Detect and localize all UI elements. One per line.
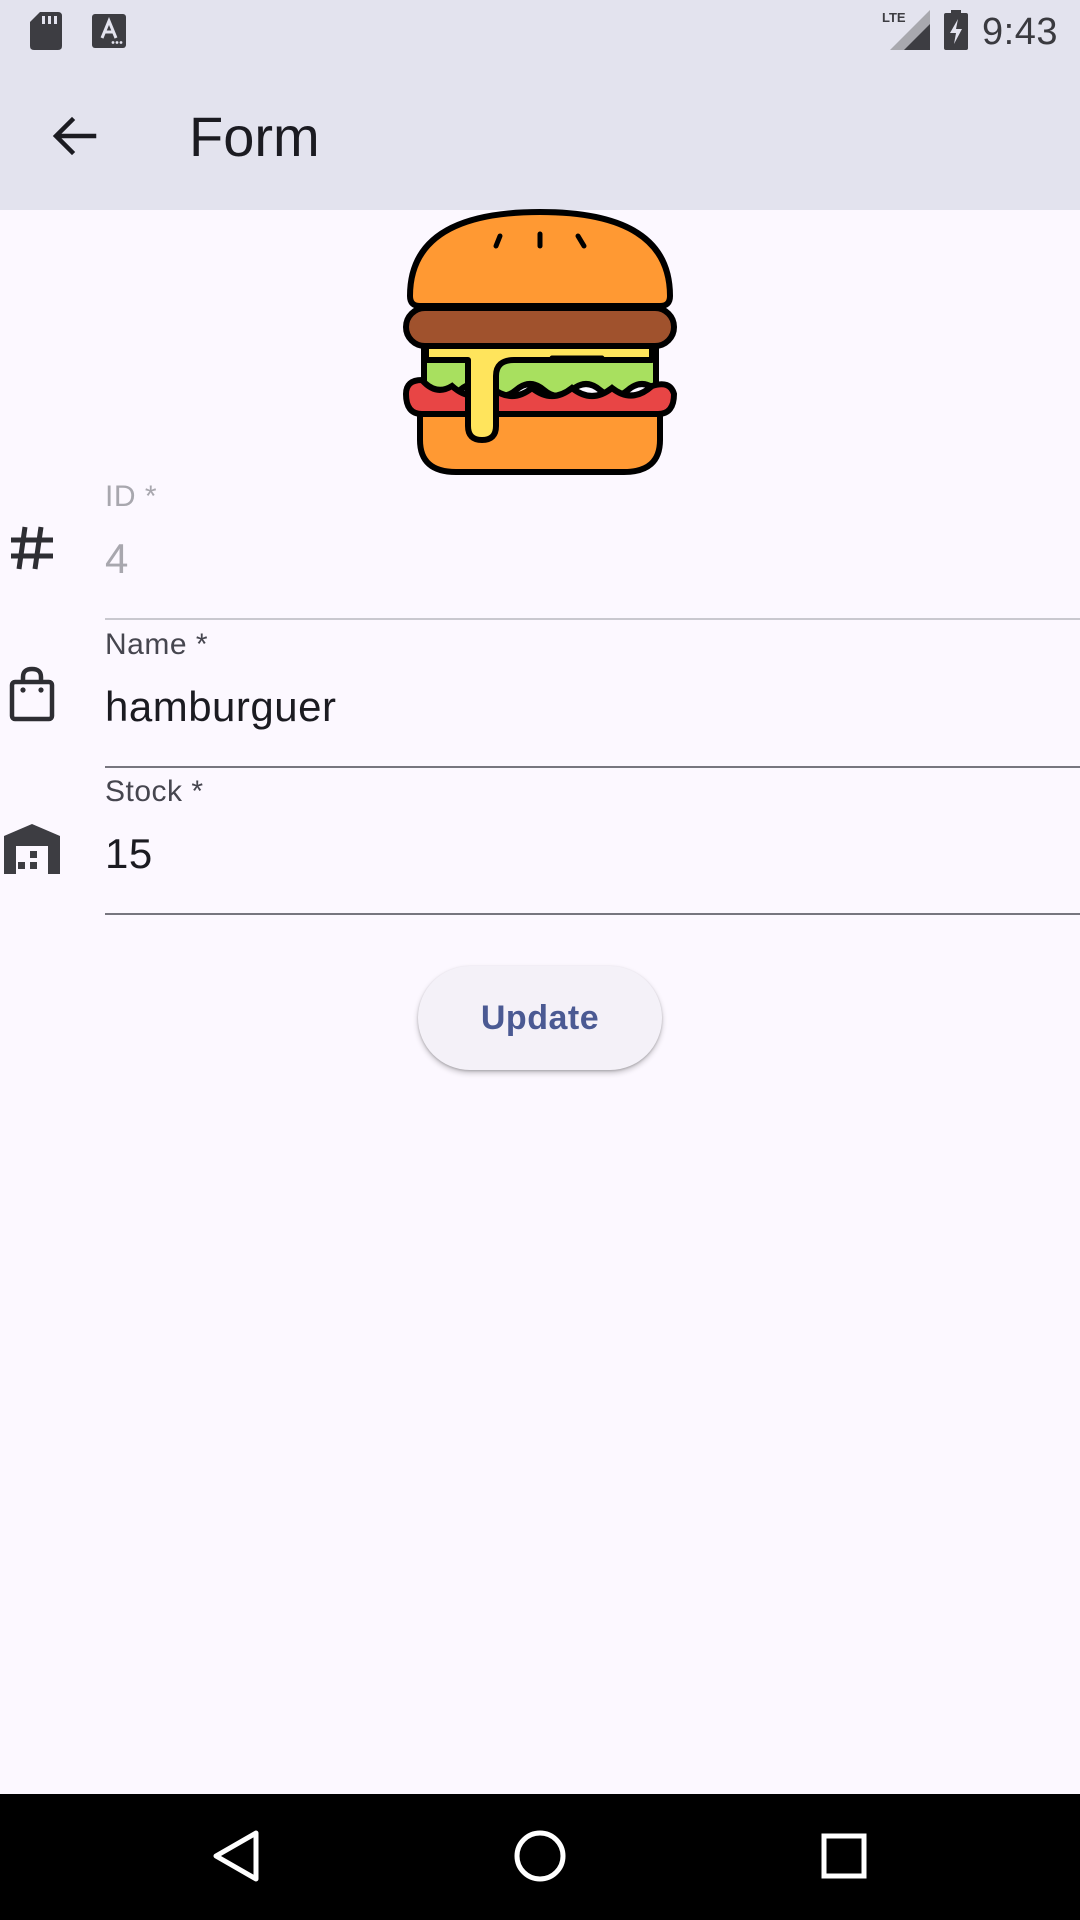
id-field: ID * [105,472,1080,620]
nav-back-button[interactable] [200,1822,272,1894]
hash-icon [0,516,64,580]
nav-recents-button[interactable] [808,1822,880,1894]
home-circle-icon [513,1829,567,1888]
text-notification-icon [92,14,126,53]
stock-field[interactable]: Stock * [105,767,1080,915]
name-input[interactable] [105,672,1065,742]
stock-field-row: Stock * [0,767,1080,915]
stock-input[interactable] [105,819,1065,889]
id-input [105,524,1065,594]
lte-signal-icon: LTE [882,9,931,55]
status-bar: LTE 9:43 [0,0,1080,64]
network-type-label: LTE [882,10,906,25]
status-left-icons [30,12,126,55]
page-title: Form [189,105,320,168]
id-field-label: ID * [105,480,158,513]
hamburger-image [402,208,678,476]
shopping-bag-icon [0,662,64,726]
battery-charging-icon [944,9,969,55]
status-right-icons: LTE 9:43 [882,6,1058,58]
arrow-back-icon [50,112,98,165]
id-field-row: ID * [0,472,1080,620]
name-field-label: Name * [105,628,209,661]
warehouse-icon [0,817,64,881]
stock-field-underline [105,913,1080,915]
update-button[interactable]: Update [418,966,662,1070]
stock-field-label: Stock * [105,775,204,808]
recents-square-icon [820,1832,868,1885]
nav-home-button[interactable] [504,1822,576,1894]
app-bar: Form [0,64,1080,210]
back-triangle-icon [212,1829,260,1888]
back-button[interactable] [36,100,112,176]
system-nav-bar [0,1794,1080,1920]
status-time: 9:43 [982,10,1058,53]
name-field[interactable]: Name * [105,620,1080,768]
name-field-row: Name * [0,620,1080,768]
sd-card-icon [30,12,62,55]
